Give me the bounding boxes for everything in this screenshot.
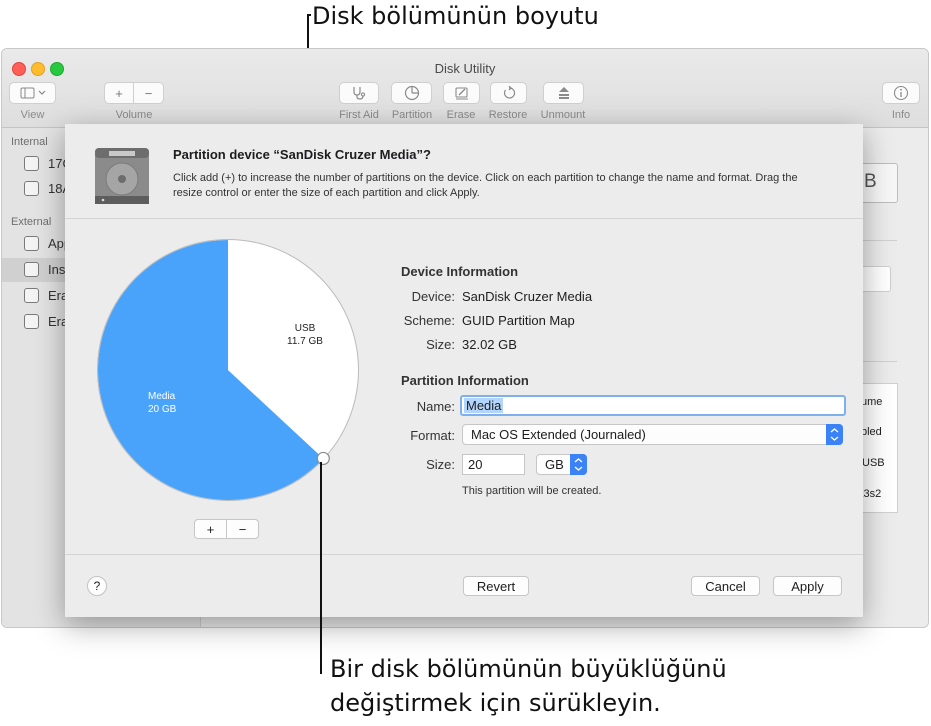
titlebar: Disk Utility View + − Volume First Aid P… xyxy=(2,49,928,128)
view-button[interactable] xyxy=(9,82,56,104)
partition-note: This partition will be created. xyxy=(462,485,602,497)
partition-size-field[interactable]: 20 xyxy=(462,454,525,475)
scheme-value: GUID Partition Map xyxy=(462,313,575,328)
partition-pie-icon xyxy=(404,85,419,101)
restore-arrow-icon xyxy=(503,86,515,99)
remove-partition-button[interactable]: − xyxy=(226,519,259,539)
external-drive-icon xyxy=(95,148,149,204)
device-size-label: Size: xyxy=(426,337,455,352)
size-unit-value: GB xyxy=(545,457,564,472)
info-button[interactable] xyxy=(882,82,920,104)
format-select[interactable]: Mac OS Extended (Journaled) xyxy=(462,424,843,445)
unmount-label: Unmount xyxy=(540,109,586,121)
callout-leader-bottom xyxy=(320,462,322,674)
restore-button[interactable] xyxy=(490,82,527,104)
erase-label: Erase xyxy=(446,109,476,121)
usb-slice-size: 11.7 GB xyxy=(287,336,323,347)
partition-name-value: Media xyxy=(464,398,504,413)
remove-volume-button[interactable]: − xyxy=(133,82,164,104)
cancel-button[interactable]: Cancel xyxy=(691,576,760,596)
partition-pie-chart[interactable]: Media 20 GB USB 11.7 GB xyxy=(93,235,363,505)
first-aid-button[interactable] xyxy=(339,82,379,104)
internal-disk-icon xyxy=(24,156,39,171)
usb-slice-name: USB xyxy=(295,323,316,334)
callout-drag-resize: Bir disk bölümünün büyüklüğünü değiştirm… xyxy=(330,652,727,720)
unmount-icon xyxy=(558,87,569,99)
erase-icon xyxy=(454,87,468,100)
dialog-description: Click add (+) to increase the number of … xyxy=(173,172,798,199)
media-slice-size: 20 GB xyxy=(148,404,177,415)
revert-button[interactable]: Revert xyxy=(463,576,529,596)
info-table-cell: ume xyxy=(861,396,883,408)
name-label: Name: xyxy=(416,399,455,414)
select-stepper-icon xyxy=(826,424,843,445)
erase-button[interactable] xyxy=(443,82,480,104)
unmount-button[interactable] xyxy=(543,82,584,104)
info-table-cell: bled xyxy=(861,426,882,438)
sidebar-header-internal: Internal xyxy=(11,136,48,148)
partition-size-value: 20 xyxy=(468,457,483,472)
dialog-title: Partition device “SanDisk Cruzer Media”? xyxy=(173,147,431,162)
external-disk-icon xyxy=(24,236,39,251)
partition-button[interactable] xyxy=(391,82,432,104)
callout-partition-size: Disk bölümünün boyutu xyxy=(312,2,599,30)
callout-leader-top-tick xyxy=(307,14,311,16)
select-stepper-icon xyxy=(570,454,587,475)
info-icon xyxy=(893,85,909,101)
device-label: Device: xyxy=(411,289,455,304)
view-label: View xyxy=(20,109,45,121)
media-slice-name: Media xyxy=(148,391,176,402)
size-unit-select[interactable]: GB xyxy=(536,454,587,475)
callout-drag-resize-line1: Bir disk bölümünün büyüklüğünü xyxy=(330,655,727,683)
info-label: Info xyxy=(891,109,911,121)
stethoscope-icon xyxy=(353,87,366,100)
internal-disk-icon xyxy=(24,181,39,196)
external-disk-icon xyxy=(24,314,39,329)
format-select-value: Mac OS Extended (Journaled) xyxy=(471,427,646,442)
dialog-header: Partition device “SanDisk Cruzer Media”?… xyxy=(65,124,863,219)
capacity-fragment: B xyxy=(864,171,877,192)
device-value: SanDisk Cruzer Media xyxy=(462,289,593,304)
callout-drag-resize-line2: değiştirmek için sürükleyin. xyxy=(330,689,661,717)
format-label: Format: xyxy=(410,428,455,443)
add-volume-button[interactable]: + xyxy=(104,82,134,104)
first-aid-label: First Aid xyxy=(339,109,379,121)
device-size-value: 32.02 GB xyxy=(462,337,517,352)
device-info-header: Device Information xyxy=(401,264,519,279)
sidebar-toggle-icon xyxy=(20,87,45,99)
help-glyph: ? xyxy=(93,579,101,593)
sidebar-header-external: External xyxy=(11,216,52,228)
add-partition-button[interactable]: + xyxy=(194,519,227,539)
restore-label: Restore xyxy=(488,109,528,121)
external-disk-icon xyxy=(24,288,39,303)
volume-label: Volume xyxy=(115,109,153,121)
info-table-cell: USB xyxy=(862,457,885,469)
partition-label: Partition xyxy=(391,109,433,121)
partition-dialog: Partition device “SanDisk Cruzer Media”?… xyxy=(65,124,863,617)
partition-name-field[interactable]: Media xyxy=(460,395,846,416)
partition-info-header: Partition Information xyxy=(401,373,529,388)
partition-size-label: Size: xyxy=(426,457,455,472)
help-button[interactable]: ? xyxy=(87,576,107,596)
apply-button[interactable]: Apply xyxy=(773,576,842,596)
scheme-label: Scheme: xyxy=(403,313,455,328)
external-disk-icon xyxy=(24,262,39,277)
capacity-box: B xyxy=(860,163,898,203)
window-title: Disk Utility xyxy=(434,61,496,76)
